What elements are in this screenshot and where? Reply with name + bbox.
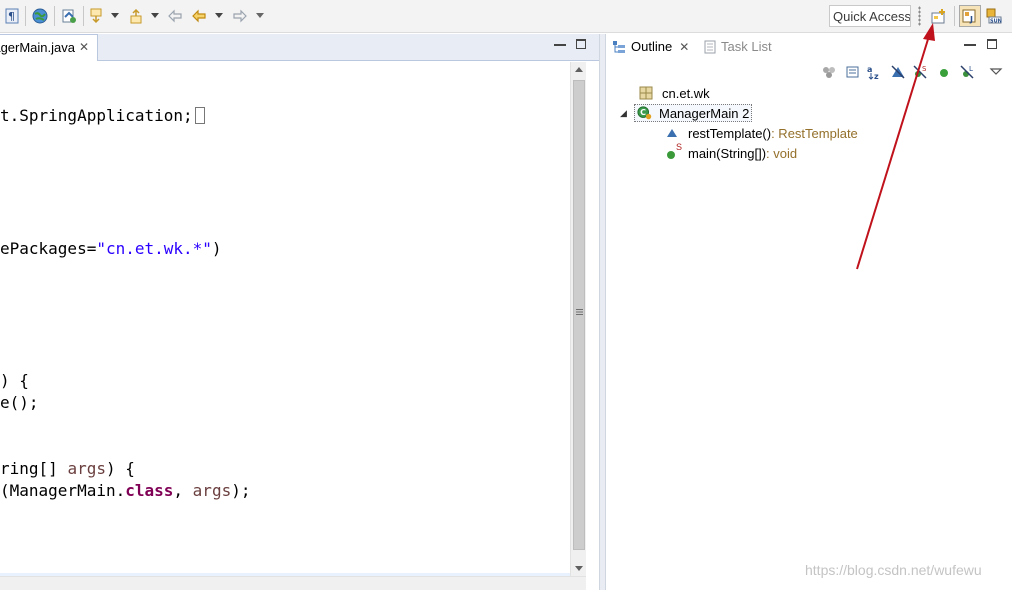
collapse-all-icon[interactable] <box>845 64 861 80</box>
hide-static-members-icon[interactable]: S <box>912 64 928 80</box>
minimize-icon[interactable] <box>554 39 566 46</box>
open-perspective-icon[interactable] <box>930 7 948 25</box>
task-list-icon <box>704 40 716 53</box>
back-icon[interactable] <box>190 7 208 25</box>
svg-text:¶: ¶ <box>8 10 15 23</box>
outline-view: Outline ✕ Task List az S L cn.et.wk ◢ C … <box>606 34 1012 590</box>
tab-outline[interactable]: Outline ✕ <box>612 39 689 54</box>
folding-marker <box>194 107 205 124</box>
scroll-down-icon[interactable] <box>575 566 583 571</box>
svg-text:SUN: SUN <box>990 19 1002 25</box>
close-icon[interactable]: ✕ <box>679 40 689 54</box>
tree-node-package[interactable]: cn.et.wk <box>638 84 710 102</box>
main-toolbar: ¶ Quick Access J SUN <box>0 0 1012 33</box>
previous-annotation-dropdown-icon[interactable] <box>150 7 160 25</box>
vertical-scrollbar[interactable] <box>570 62 586 576</box>
code-line: t.SpringApplication; <box>0 106 205 125</box>
annotation-icon[interactable] <box>60 7 78 25</box>
svg-text:z: z <box>874 72 879 80</box>
code-area[interactable]: t.SpringApplication; ePackages="cn.et.wk… <box>0 62 570 576</box>
globe-icon[interactable] <box>31 7 49 25</box>
forward-icon[interactable] <box>231 7 249 25</box>
svg-text:a: a <box>867 65 872 74</box>
focus-on-active-task-icon[interactable] <box>821 64 837 80</box>
previous-annotation-icon[interactable] <box>128 7 144 25</box>
editor-tab-bar: ManagerMain.java ✕ <box>0 34 599 61</box>
expand-toggle-icon[interactable]: ◢ <box>620 108 627 119</box>
code-line: ) { <box>0 371 29 390</box>
code-line: e(); <box>0 393 39 412</box>
tree-node-method-resttemplate[interactable]: restTemplate() : RestTemplate <box>664 124 858 142</box>
tree-node-method-main[interactable]: S main(String[]) : void <box>664 142 797 162</box>
sort-icon[interactable]: az <box>867 64 883 80</box>
pane-sash[interactable] <box>599 34 606 590</box>
back-dropdown-icon[interactable] <box>214 7 224 25</box>
next-annotation-dropdown-icon[interactable] <box>110 7 120 25</box>
tab-task-list[interactable]: Task List <box>704 39 772 54</box>
toolbar-grip[interactable] <box>918 6 921 26</box>
view-menu-icon[interactable] <box>988 64 1004 80</box>
public-static-method-icon: S <box>664 142 682 161</box>
editor-tab-managermain[interactable]: ManagerMain.java ✕ <box>0 34 98 61</box>
hide-fields-icon[interactable] <box>890 64 906 80</box>
editor-tab-label: ManagerMain.java <box>0 40 75 55</box>
watermark: https://blog.csdn.net/wufewu <box>805 562 982 578</box>
svg-text:C: C <box>640 108 646 117</box>
code-line: (ManagerMain.class, args); <box>0 481 251 500</box>
horizontal-scrollbar[interactable] <box>0 576 586 590</box>
java-ee-perspective-icon[interactable]: SUN <box>985 7 1003 25</box>
svg-text:S: S <box>922 65 927 73</box>
scroll-thumb[interactable] <box>573 80 585 550</box>
outline-toolbar: az S L <box>606 62 1012 82</box>
code-line: ring[] args) { <box>0 459 135 478</box>
svg-text:L: L <box>969 65 973 73</box>
close-icon[interactable]: ✕ <box>79 40 89 54</box>
quick-access-input[interactable]: Quick Access <box>829 5 911 27</box>
forward-dropdown-icon[interactable] <box>255 7 265 25</box>
code-line: ePackages="cn.et.wk.*") <box>0 239 222 258</box>
minimize-icon[interactable] <box>964 39 976 46</box>
outline-icon <box>613 40 625 53</box>
last-edit-location-icon[interactable] <box>166 7 184 25</box>
package-icon <box>638 85 654 101</box>
maximize-icon[interactable] <box>576 39 586 49</box>
outline-tab-bar: Outline ✕ Task List <box>606 34 1012 60</box>
hide-non-public-members-icon[interactable] <box>936 64 952 80</box>
java-editor: ManagerMain.java ✕ t.SpringApplication; … <box>0 34 599 590</box>
toggle-whitespace-icon[interactable]: ¶ <box>4 7 20 25</box>
class-node-selected[interactable]: C ManagerMain 2 <box>634 104 753 122</box>
class-icon: C <box>637 105 653 121</box>
scroll-up-icon[interactable] <box>575 67 583 72</box>
svg-text:J: J <box>969 15 973 24</box>
hide-local-types-icon[interactable]: L <box>959 64 975 80</box>
next-annotation-icon[interactable] <box>88 7 104 25</box>
protected-method-icon <box>664 125 680 141</box>
maximize-icon[interactable] <box>987 39 997 49</box>
tree-node-class[interactable]: ◢ C ManagerMain 2 <box>620 104 753 122</box>
java-perspective-icon[interactable]: J <box>959 5 981 27</box>
